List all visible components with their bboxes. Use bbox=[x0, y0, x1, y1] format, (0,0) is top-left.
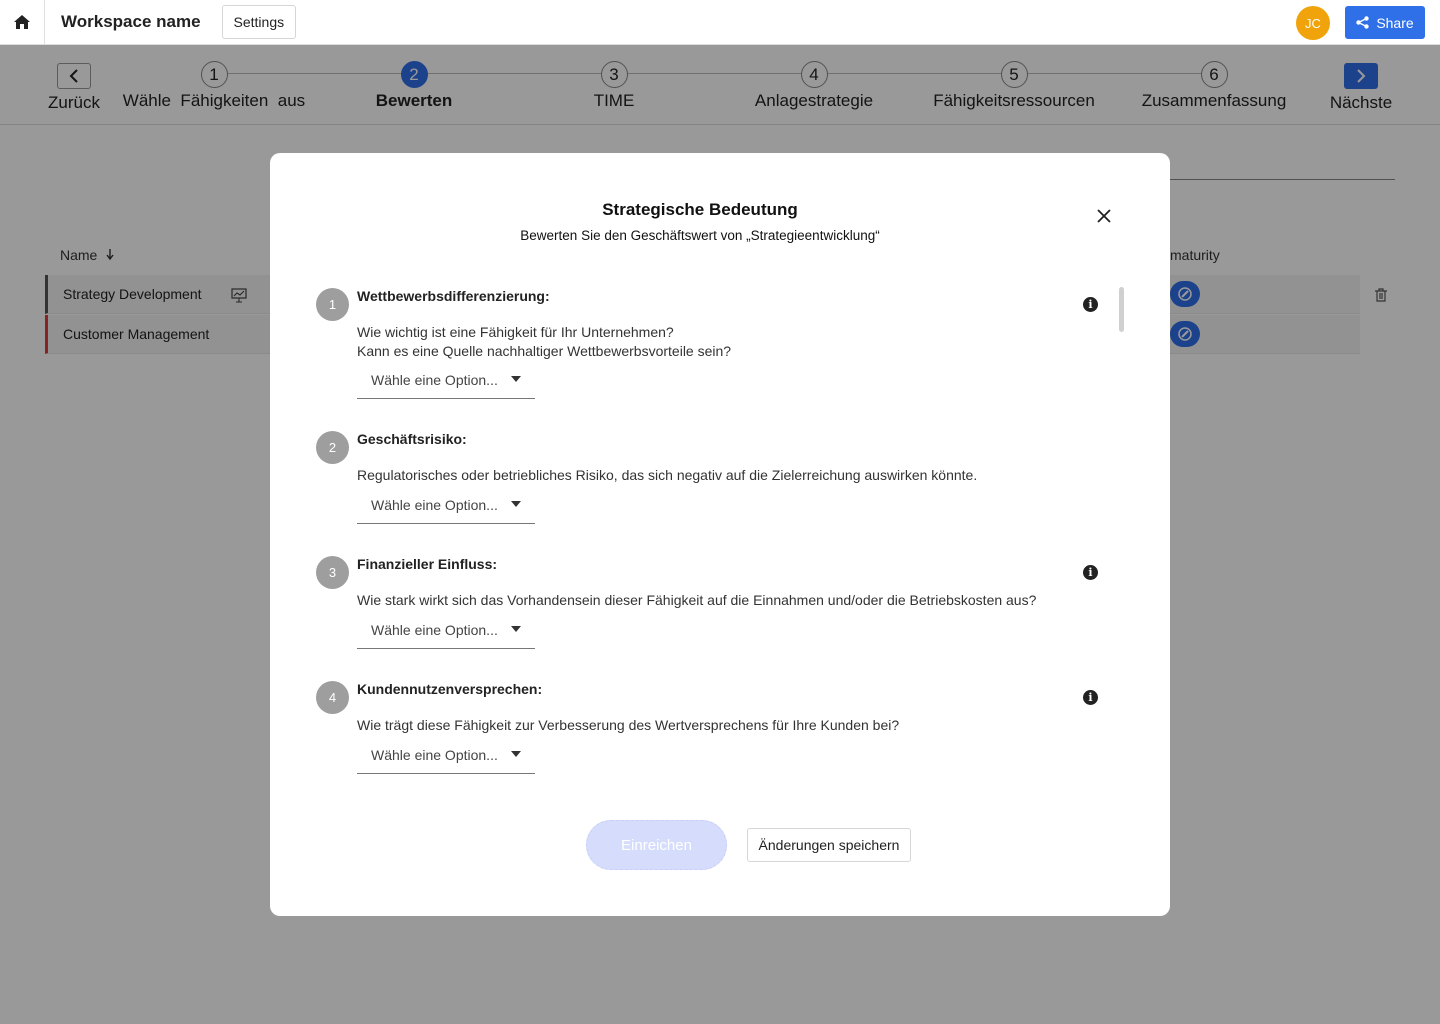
question-text: Wie trägt diese Fähigkeit zur Verbesseru… bbox=[357, 717, 900, 733]
question-number: 4 bbox=[316, 681, 349, 714]
modal-title: Strategische Bedeutung bbox=[602, 200, 798, 219]
question-text: Regulatorisches oder betriebliches Risik… bbox=[357, 467, 978, 483]
caret-down-icon bbox=[511, 626, 521, 632]
select-value: Wähle eine Option... bbox=[371, 622, 498, 638]
question-title: Kundennutzenversprechen: bbox=[357, 681, 543, 697]
select-value: Wähle eine Option... bbox=[371, 372, 498, 388]
option-select[interactable]: Wähle eine Option... bbox=[357, 617, 535, 649]
modal-subtitle: Bewerten Sie den Geschäftswert von „Stra… bbox=[520, 228, 880, 243]
question-number: 3 bbox=[316, 556, 349, 589]
question-text: Wie wichtig ist eine Fähigkeit für Ihr U… bbox=[357, 324, 674, 340]
top-bar: Workspace name Settings JC Share bbox=[0, 0, 1440, 45]
info-icon[interactable]: i bbox=[1083, 690, 1098, 705]
question-number: 1 bbox=[316, 288, 349, 321]
rating-modal: Strategische Bedeutung Bewerten Sie den … bbox=[270, 153, 1170, 916]
question-title: Finanzieller Einfluss: bbox=[357, 556, 498, 572]
caret-down-icon bbox=[511, 376, 521, 382]
avatar[interactable]: JC bbox=[1296, 6, 1330, 40]
caret-down-icon bbox=[511, 501, 521, 507]
share-icon bbox=[1356, 16, 1370, 29]
share-button[interactable]: Share bbox=[1345, 6, 1425, 39]
close-icon bbox=[1097, 209, 1111, 223]
info-icon[interactable]: i bbox=[1083, 565, 1098, 580]
question-text: Kann es eine Quelle nachhaltiger Wettbew… bbox=[357, 343, 732, 359]
share-label: Share bbox=[1376, 14, 1414, 31]
submit-button[interactable]: Einreichen bbox=[586, 820, 727, 870]
home-icon bbox=[14, 15, 30, 29]
option-select[interactable]: Wähle eine Option... bbox=[357, 367, 535, 399]
workspace-name: Workspace name bbox=[61, 12, 201, 31]
settings-button[interactable]: Settings bbox=[221, 5, 297, 39]
close-button[interactable] bbox=[1093, 205, 1115, 227]
question-text: Wie stark wirkt sich das Vorhandensein d… bbox=[357, 592, 1037, 608]
option-select[interactable]: Wähle eine Option... bbox=[357, 492, 535, 524]
select-value: Wähle eine Option... bbox=[371, 497, 498, 513]
select-value: Wähle eine Option... bbox=[371, 747, 498, 763]
info-icon[interactable]: i bbox=[1083, 297, 1098, 312]
question-number: 2 bbox=[316, 431, 349, 464]
caret-down-icon bbox=[511, 751, 521, 757]
question-title: Wettbewerbsdifferenzierung: bbox=[357, 288, 550, 304]
save-changes-button[interactable]: Änderungen speichern bbox=[747, 828, 911, 862]
question-title: Geschäftsrisiko: bbox=[357, 431, 467, 447]
home-button[interactable] bbox=[0, 0, 45, 45]
scrollbar[interactable] bbox=[1119, 287, 1124, 332]
option-select[interactable]: Wähle eine Option... bbox=[357, 742, 535, 774]
